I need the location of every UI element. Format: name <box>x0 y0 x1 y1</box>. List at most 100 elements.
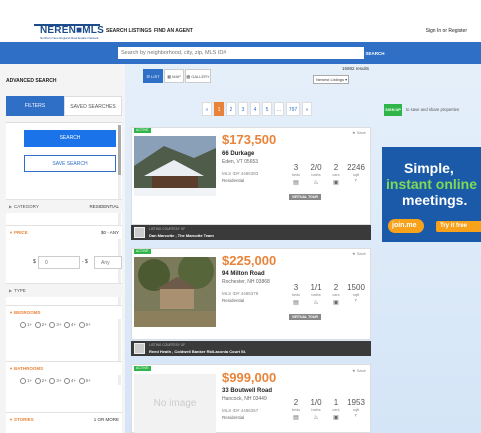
radio-button[interactable] <box>78 378 85 384</box>
page-2[interactable]: 2 <box>226 102 236 116</box>
sidebar-tabs: FILTERS SAVED SEARCHES <box>6 96 122 116</box>
radio-button[interactable] <box>63 378 70 384</box>
filter-type[interactable]: ▶ TYPE <box>6 283 122 297</box>
baths-label: baths <box>311 293 321 297</box>
beds-value: 3 <box>293 283 299 292</box>
listing-photo[interactable] <box>134 257 216 327</box>
radio-button[interactable] <box>20 378 26 384</box>
listing-address[interactable]: 66 Durkage <box>222 151 254 157</box>
filter-bedrooms[interactable]: ▼ BEDROOMS <box>6 305 122 319</box>
listing-type: Residential <box>222 298 245 303</box>
agent-avatar <box>134 343 145 354</box>
radio-button[interactable] <box>49 378 56 384</box>
page-5[interactable]: 5 <box>262 102 272 116</box>
view-label: GALLERY <box>191 74 210 79</box>
sqft-label: sqft <box>352 293 360 297</box>
view-label: LIST <box>151 74 160 79</box>
price-min-input[interactable] <box>38 256 80 269</box>
sqft-value: 1500 <box>347 283 365 292</box>
caret-down-icon: ▼ <box>9 366 13 371</box>
save-listing-button[interactable]: ★ Save <box>352 368 366 373</box>
listing-address[interactable]: 94 Milton Road <box>222 271 265 277</box>
filter-price[interactable]: ▼ PRICE $0 - ANY <box>6 225 122 239</box>
sidebar-search-button[interactable]: SEARCH <box>24 130 116 147</box>
beds-label: beds <box>291 173 301 177</box>
filter-label: CATEGORY <box>14 204 39 209</box>
neren-mls-logo[interactable]: NEREN■MLS Northern New England Real Esta… <box>34 22 104 42</box>
radio-button[interactable] <box>63 322 70 328</box>
car-icon: ▣ <box>333 300 339 306</box>
tab-saved-searches[interactable]: SAVED SEARCHES <box>64 96 122 116</box>
active-badge: ACTIVE <box>134 249 151 254</box>
page-ellipsis: ... <box>274 102 284 116</box>
save-listing-button[interactable]: ★ Save <box>352 251 366 256</box>
cars-label: cars <box>332 293 340 297</box>
page-1[interactable]: 1 <box>214 102 224 116</box>
listing-address[interactable]: 33 Boutwell Road <box>222 388 272 394</box>
sqft-label: sqft <box>352 408 360 412</box>
active-badge: ACTIVE <box>134 366 151 371</box>
sqft-icon: ⌜ <box>354 180 358 186</box>
radio-button[interactable] <box>49 322 56 328</box>
listing-courtesy: LISTING COURTESY OF Reed Heath , Coldwel… <box>131 341 371 356</box>
beds-label: beds <box>291 293 301 297</box>
sign-up-button[interactable]: SIGN UP <box>384 104 402 116</box>
listing-type: Residential <box>222 415 245 420</box>
listing-photo[interactable] <box>134 136 216 196</box>
search-input[interactable] <box>118 47 364 59</box>
sort-select[interactable]: Newest Listings ▾ <box>313 75 349 84</box>
listing-city: Rochester, NH 03868 <box>222 279 270 285</box>
price-max-input[interactable] <box>94 256 122 269</box>
filter-bathrooms[interactable]: ▼ BATHROOMS <box>6 361 122 375</box>
nav-find-an-agent[interactable]: FIND AN AGENT <box>154 28 193 34</box>
page-4[interactable]: 4 <box>250 102 260 116</box>
bathroom-options: 1+ 2+ 3+ 4+ 5+ <box>20 378 91 384</box>
listing-price: $999,000 <box>222 370 277 385</box>
agent-avatar <box>134 227 145 238</box>
cars-value: 1 <box>333 398 339 407</box>
sqft-value: 1953 <box>347 398 365 407</box>
filter-category[interactable]: ▶ CATEGORY RESIDENTIAL <box>6 199 122 213</box>
advertisement[interactable]: Simple, instant online meetings. join.me… <box>382 147 481 242</box>
page-prev[interactable]: « <box>202 102 212 116</box>
car-icon: ▣ <box>333 415 339 421</box>
sqft-icon: ⌜ <box>354 415 358 421</box>
cars-value: 2 <box>333 163 339 172</box>
filter-label: PRICE <box>14 230 28 235</box>
caret-down-icon: ▼ <box>9 310 13 315</box>
signup-prompt: to save and share properties <box>406 107 460 112</box>
price-max-dash: - $ <box>82 259 88 265</box>
filter-label: STORIES <box>14 417 34 422</box>
courtesy-agent: Reed Heath , Coldwell Banker Rb/Laconia … <box>149 349 247 354</box>
filter-stories[interactable]: ▼ STORIES 1 OR MORE <box>6 412 122 426</box>
radio-button[interactable] <box>34 322 41 328</box>
listing-mls-id: MLS ID# 4486383 <box>222 171 259 176</box>
baths-value: 1/0 <box>310 398 322 407</box>
virtual-tour-badge[interactable]: VIRTUAL TOUR <box>289 194 321 200</box>
radio-button[interactable] <box>20 322 26 328</box>
bath-icon: ♨ <box>313 300 319 306</box>
logo-subtitle: Northern New England Real Estate Network <box>40 36 99 40</box>
save-listing-button[interactable]: ★ Save <box>352 130 366 135</box>
ad-try-free-button[interactable]: Try it free <box>436 221 481 232</box>
view-gallery-button[interactable]: ▩ GALLERY <box>185 69 211 83</box>
save-search-button[interactable]: SAVE SEARCH <box>24 155 116 172</box>
radio-button[interactable] <box>78 322 85 328</box>
tab-filters[interactable]: FILTERS <box>6 96 64 116</box>
page-next[interactable]: » <box>302 102 312 116</box>
page-3[interactable]: 3 <box>238 102 248 116</box>
option-label: 5+ <box>85 322 91 328</box>
view-map-button[interactable]: ▦ MAP <box>164 69 184 83</box>
bedroom-options: 1+ 2+ 3+ 4+ 5+ <box>20 322 91 328</box>
option-label: 3+ <box>56 378 62 384</box>
sidebar-scroll-thumb[interactable] <box>118 125 121 175</box>
nav-search-listings[interactable]: SEARCH LISTINGS <box>106 28 152 34</box>
search-button[interactable]: SEARCH <box>364 47 386 59</box>
active-badge: ACTIVE <box>134 128 151 133</box>
view-list-button[interactable]: ☰ LIST <box>143 69 163 83</box>
virtual-tour-badge[interactable]: VIRTUAL TOUR <box>289 314 321 320</box>
page-797[interactable]: 797 <box>286 102 300 116</box>
radio-button[interactable] <box>34 378 41 384</box>
sign-in-link[interactable]: Sign In or Register <box>426 28 467 34</box>
option-label: 2+ <box>41 378 47 384</box>
